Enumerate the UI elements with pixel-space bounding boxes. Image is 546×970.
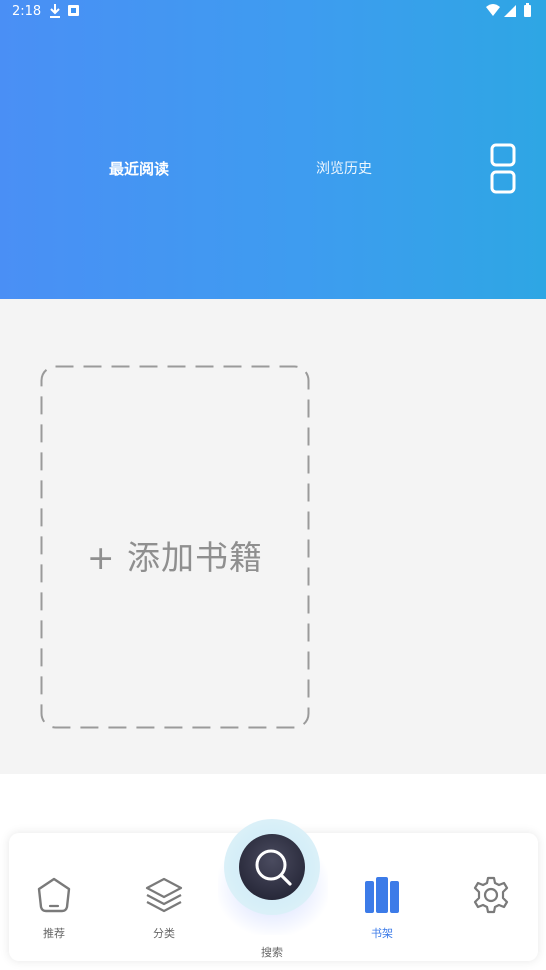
status-time: 2:18 — [12, 4, 42, 19]
wifi-icon — [486, 4, 500, 16]
search-button[interactable] — [239, 834, 305, 900]
nav-item-bookshelf[interactable]: 书架 — [337, 833, 427, 961]
nav-label-recommend: 推荐 — [43, 927, 65, 940]
signal-icon — [504, 5, 516, 17]
nav-label-bookshelf: 书架 — [371, 927, 393, 940]
tab-browse-history[interactable]: 浏览历史 — [316, 158, 372, 178]
home-icon — [37, 877, 71, 913]
app-notification-icon — [68, 5, 79, 16]
nav-label-search: 搜索 — [261, 946, 283, 959]
search-icon — [255, 849, 292, 886]
grid-layout-icon[interactable] — [489, 143, 517, 195]
add-book-label: + 添加书籍 — [86, 538, 264, 577]
status-icons — [486, 3, 531, 17]
header: 2:18 最近阅读 浏览历史 — [0, 0, 546, 299]
nav-item-recommend[interactable]: 推荐 — [9, 833, 99, 961]
gear-icon — [473, 876, 509, 914]
nav-label-category: 分类 — [153, 927, 175, 940]
nav-item-settings[interactable] — [446, 833, 536, 961]
add-book-card[interactable]: + 添加书籍 — [40, 365, 310, 729]
download-icon — [50, 4, 60, 18]
tab-recent-reading[interactable]: 最近阅读 — [109, 158, 169, 179]
nav-item-category[interactable]: 分类 — [119, 833, 209, 961]
layers-icon — [145, 877, 183, 913]
battery-icon — [524, 5, 531, 17]
status-bar: 2:18 — [0, 0, 546, 24]
bookshelf-icon — [365, 877, 399, 913]
